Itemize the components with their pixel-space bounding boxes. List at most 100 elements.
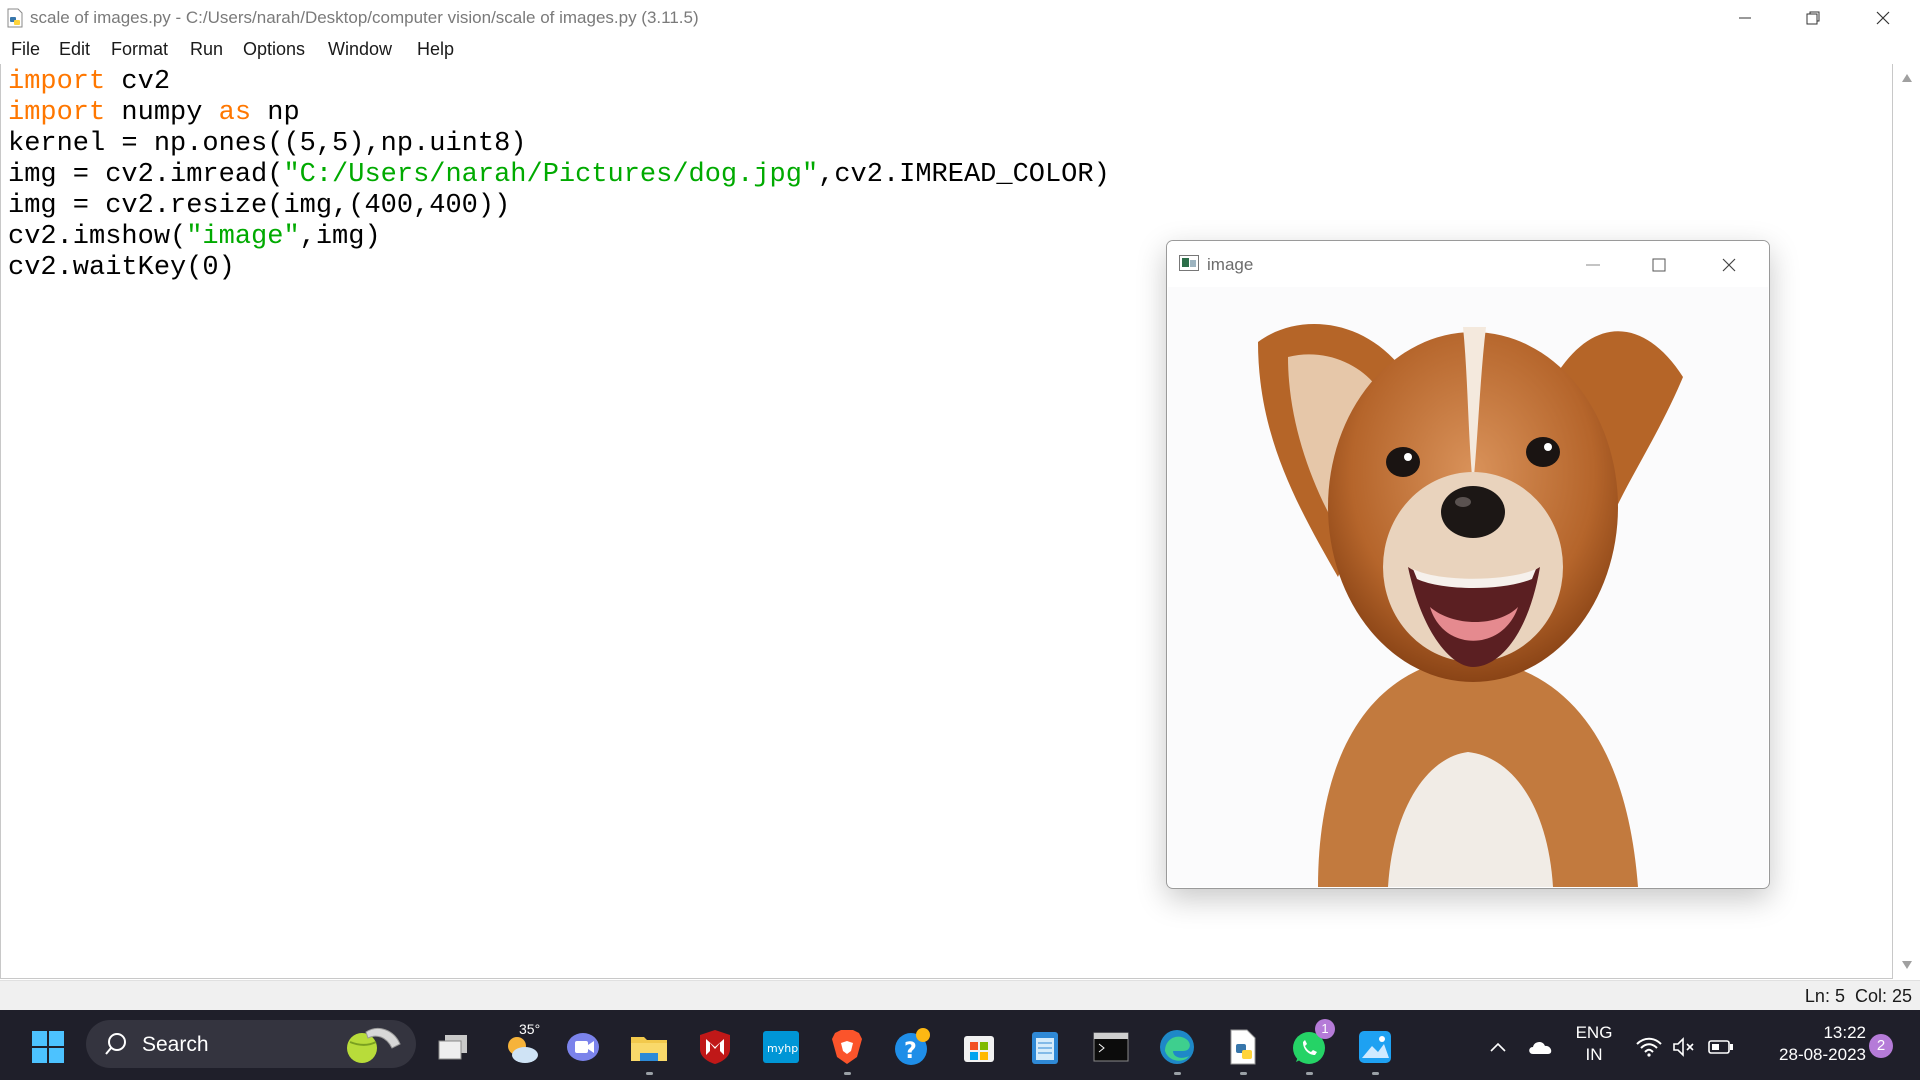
mcafee-button[interactable]: [693, 1025, 737, 1069]
myhp-button[interactable]: myhp: [759, 1025, 803, 1069]
code-string: "C:/Users/narah/Pictures/dog.jpg": [283, 160, 819, 190]
search-label: Search: [142, 1033, 209, 1056]
volume-muted-icon: [1673, 1037, 1694, 1057]
image-window-title: image: [1207, 255, 1254, 274]
code-text: kernel = np.ones((5,5),np.uint8): [8, 129, 527, 159]
close-icon: [1722, 258, 1736, 272]
code-line: cv2.waitKey(0): [8, 253, 235, 283]
weather-temperature: 35°: [519, 1021, 541, 1037]
clock[interactable]: 13:22 28-08-2023: [1746, 1022, 1866, 1066]
svg-text:?: ?: [904, 1039, 917, 1064]
python-idle-button[interactable]: [1221, 1025, 1265, 1075]
battery-button[interactable]: [1704, 1025, 1738, 1069]
taskbar-search-box[interactable]: Search: [86, 1020, 416, 1068]
menu-run[interactable]: Run: [190, 39, 223, 60]
scroll-down-icon[interactable]: [1902, 961, 1912, 969]
code-text: ,img): [299, 222, 381, 252]
menu-help[interactable]: Help: [417, 39, 454, 60]
title-bar: scale of images.py - C:/Users/narah/Desk…: [0, 0, 1920, 36]
myhp-icon: myhp: [763, 1031, 799, 1063]
menu-bar: File Edit Format Run Options Window Help: [0, 36, 1920, 65]
running-indicator: [1240, 1072, 1247, 1075]
dog-photo: [1168, 287, 1768, 887]
menu-edit[interactable]: Edit: [59, 39, 90, 60]
notification-badge[interactable]: 2: [1869, 1034, 1893, 1058]
close-button[interactable]: [1848, 0, 1918, 36]
edge-browser-button[interactable]: [1155, 1025, 1199, 1075]
running-indicator: [1174, 1072, 1181, 1075]
maximize-icon: [1652, 258, 1666, 272]
wifi-button[interactable]: [1632, 1025, 1666, 1069]
teams-button[interactable]: [562, 1025, 606, 1069]
status-bar: Ln: 5 Col: 25: [0, 980, 1920, 1011]
running-indicator: [646, 1072, 653, 1075]
show-hidden-icons-button[interactable]: [1483, 1025, 1513, 1069]
code-text: np: [251, 98, 300, 128]
whatsapp-button[interactable]: 1: [1287, 1019, 1335, 1075]
store-bag-icon: [964, 1036, 994, 1062]
code-text: img = cv2.resize(img,(400,400)): [8, 191, 511, 221]
onedrive-button[interactable]: [1524, 1025, 1558, 1069]
running-indicator: [844, 1072, 851, 1075]
volume-button[interactable]: [1668, 1025, 1702, 1069]
restore-button[interactable]: [1778, 0, 1848, 36]
folder-icon: [631, 1037, 667, 1061]
clock-time: 13:22: [1823, 1023, 1866, 1042]
window-title: scale of images.py - C:/Users/narah/Desk…: [30, 8, 699, 27]
mcafee-shield-icon: [700, 1030, 730, 1064]
photos-button[interactable]: [1353, 1025, 1397, 1075]
minimize-button[interactable]: [1710, 0, 1780, 36]
svg-text:myhp: myhp: [767, 1042, 798, 1055]
image-close-button[interactable]: [1701, 249, 1757, 281]
task-view-icon: [438, 1035, 467, 1060]
menu-options[interactable]: Options: [243, 39, 305, 60]
code-text: cv2: [105, 67, 171, 97]
vertical-scrollbar[interactable]: [1893, 64, 1920, 979]
battery-icon: [1708, 1040, 1733, 1054]
taskbar: Search 35° myhp ? 1 ENG IN 13:22 28-08-2…: [0, 1010, 1920, 1080]
code-keyword: import: [8, 98, 106, 128]
code-line: import numpy as np: [8, 98, 300, 128]
microsoft-store-button[interactable]: [957, 1025, 1001, 1069]
running-indicator: [1372, 1072, 1379, 1075]
dog-image: [1168, 287, 1768, 887]
idle-file-icon: [1230, 1029, 1256, 1065]
code-text: ,cv2.IMREAD_COLOR): [818, 160, 1110, 190]
code-line: cv2.imshow("image",img): [8, 222, 381, 252]
task-view-button[interactable]: [431, 1025, 475, 1069]
video-chat-icon: [567, 1033, 599, 1061]
notepad-button[interactable]: [1023, 1025, 1067, 1069]
python-file-icon: [7, 8, 23, 28]
input-language[interactable]: ENG IN: [1575, 1022, 1613, 1066]
minimize-icon: [1586, 264, 1600, 266]
opencv-image-window[interactable]: image: [1166, 240, 1770, 889]
code-text: cv2.imshow(: [8, 222, 187, 252]
weather-widget[interactable]: 35°: [497, 1021, 545, 1069]
scroll-up-icon[interactable]: [1902, 74, 1912, 82]
running-indicator: [1306, 1072, 1313, 1075]
whatsapp-unread-badge: 1: [1315, 1019, 1335, 1039]
language-code: ENG: [1575, 1023, 1613, 1042]
brave-browser-button[interactable]: [825, 1025, 869, 1075]
window-app-icon: [1179, 255, 1199, 271]
windows-icon: [32, 1031, 64, 1063]
file-explorer-button[interactable]: [627, 1025, 671, 1075]
code-keyword: import: [8, 67, 106, 97]
menu-file[interactable]: File: [11, 39, 40, 60]
menu-window[interactable]: Window: [328, 39, 392, 60]
close-icon: [1876, 11, 1890, 25]
help-question-icon: ?: [895, 1028, 930, 1065]
terminal-button[interactable]: [1089, 1025, 1133, 1069]
image-minimize-button[interactable]: [1565, 249, 1621, 281]
restore-icon: [1806, 11, 1820, 25]
image-maximize-button[interactable]: [1631, 249, 1687, 281]
code-keyword: as: [218, 98, 252, 128]
get-help-button[interactable]: ?: [891, 1025, 935, 1069]
wifi-icon: [1636, 1037, 1662, 1057]
menu-format[interactable]: Format: [111, 39, 168, 60]
chevron-up-icon: [1490, 1042, 1506, 1052]
code-text: numpy: [105, 98, 219, 128]
start-button[interactable]: [26, 1025, 70, 1069]
image-window-title-bar[interactable]: image: [1167, 241, 1769, 287]
code-text: cv2.waitKey(0): [8, 253, 235, 283]
